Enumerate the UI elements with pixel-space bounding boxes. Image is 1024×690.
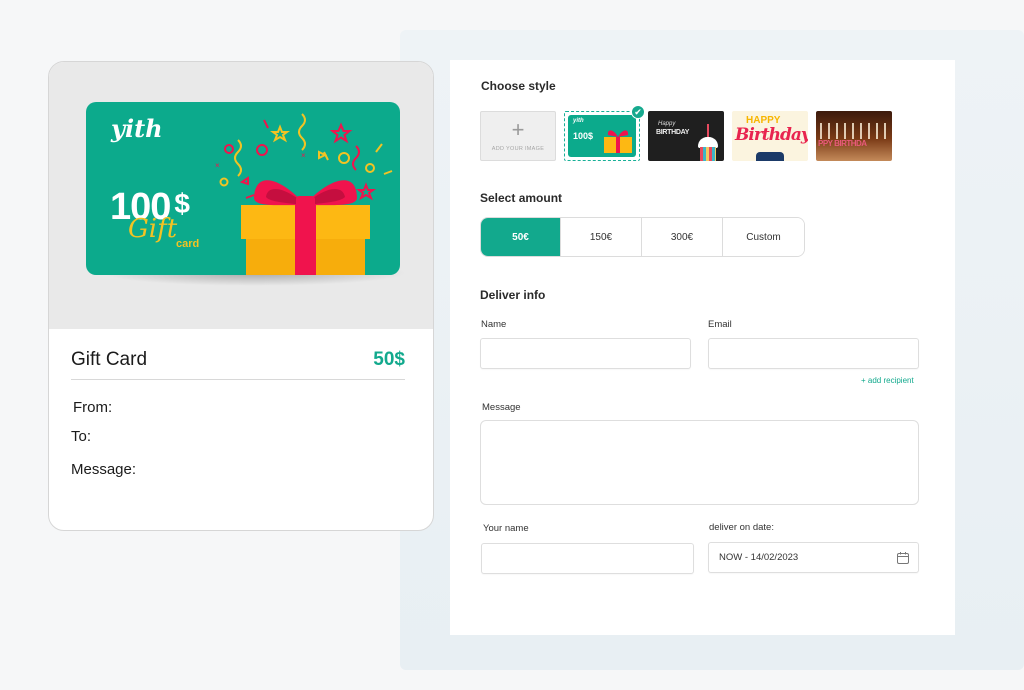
candle	[707, 124, 709, 137]
thumb-gift-icon	[604, 130, 632, 153]
deliver-info-title: Deliver info	[480, 288, 546, 302]
thumb-text: Happy	[658, 121, 676, 127]
preview-message: Message:	[71, 461, 137, 478]
message-label: Message	[482, 402, 521, 413]
thumb-text: BIRTHDAY	[656, 129, 690, 136]
style-option-birthday-chalkboard[interactable]: Happy BIRTHDAY	[648, 111, 724, 161]
delivery-date-label: deliver on date:	[709, 522, 774, 533]
your-name-input[interactable]	[481, 543, 694, 574]
preview-from: From:	[73, 399, 113, 416]
gift-card-image: yith 100 $ Gift card × ×	[86, 102, 400, 275]
candles	[820, 123, 888, 139]
thumb-text: Birthday	[735, 125, 808, 145]
gift-card-form: Choose style + ADD YOUR IMAGE yith 100$ …	[450, 60, 955, 635]
preview-price: 50$	[373, 349, 405, 370]
svg-text:×: ×	[215, 161, 220, 170]
name-label: Name	[481, 319, 507, 330]
preview-details: Gift Card 50$ From: To: Message:	[49, 329, 433, 478]
gift-card-preview: yith 100 $ Gift card × × Gift Card 50$ F…	[48, 61, 434, 531]
preview-to: To:	[71, 428, 92, 445]
amount-option-50[interactable]: 50€	[481, 218, 561, 256]
thumb-banner	[756, 152, 784, 161]
thumb-logo: yith	[573, 118, 584, 124]
preview-image-area: yith 100 $ Gift card × ×	[49, 62, 433, 329]
card-subtitle: card	[176, 238, 200, 250]
preview-title: Gift Card	[71, 349, 148, 370]
select-amount-title: Select amount	[480, 191, 563, 205]
email-input[interactable]	[708, 338, 919, 369]
amount-option-custom[interactable]: Custom	[723, 218, 804, 256]
thumb-amount: 100$	[573, 131, 594, 141]
add-recipient-link[interactable]: + add recipient	[861, 376, 914, 385]
email-label: Email	[708, 319, 732, 330]
thumb-text: PPY BIRTHDA	[818, 139, 867, 148]
card-gift-script: Gift	[128, 214, 178, 244]
add-image-label: ADD YOUR IMAGE	[491, 146, 545, 152]
style-option-birthday-candles[interactable]: PPY BIRTHDA	[816, 111, 892, 161]
svg-text:×: ×	[301, 151, 306, 160]
message-textarea[interactable]	[480, 420, 919, 505]
style-thumbnail: yith 100$	[568, 115, 636, 157]
gift-box-icon: × ×	[215, 113, 393, 275]
delivery-date-picker[interactable]: NOW - 14/02/2023	[708, 542, 919, 573]
plus-icon: +	[511, 117, 525, 142]
yith-logo: yith	[111, 114, 163, 143]
style-option-birthday-lettering[interactable]: HAPPY Birthday	[732, 111, 808, 161]
style-option-gift-card[interactable]: yith 100$ ✔	[564, 105, 645, 161]
calendar-icon[interactable]	[896, 551, 910, 565]
delivery-date-value: NOW - 14/02/2023	[719, 552, 799, 563]
add-image-button[interactable]: + ADD YOUR IMAGE	[480, 111, 556, 161]
amount-option-150[interactable]: 150€	[561, 218, 642, 256]
selected-check-icon: ✔	[631, 105, 645, 119]
style-picker: + ADD YOUR IMAGE yith 100$ ✔ Happy BIRTH…	[480, 105, 892, 161]
amount-selector: 50€ 150€ 300€ Custom	[480, 217, 805, 257]
cupcake-base	[700, 147, 716, 161]
amount-option-300[interactable]: 300€	[642, 218, 723, 256]
your-name-label: Your name	[483, 523, 529, 534]
choose-style-title: Choose style	[481, 79, 556, 93]
name-input[interactable]	[480, 338, 691, 369]
preview-header: Gift Card 50$	[71, 349, 405, 380]
